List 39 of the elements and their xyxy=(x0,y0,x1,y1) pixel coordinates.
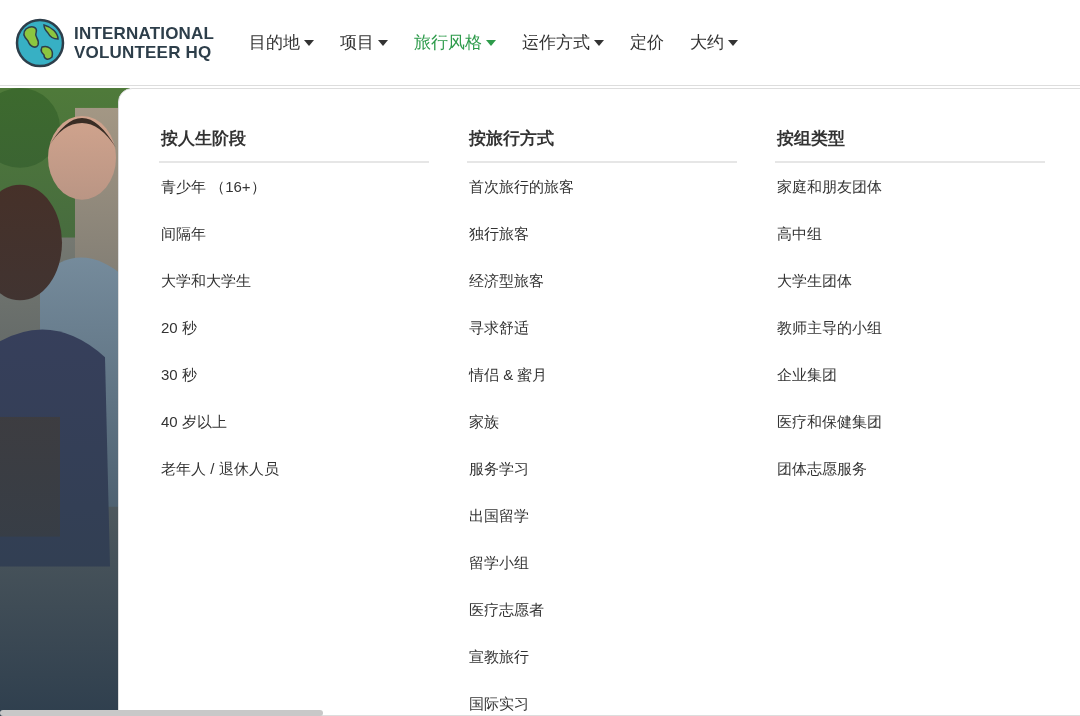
nav-link[interactable]: 定价 xyxy=(617,31,678,54)
menu-link[interactable]: 服务学习 xyxy=(467,445,737,492)
nav-link[interactable]: 项目 xyxy=(327,31,402,54)
menu-link[interactable]: 出国留学 xyxy=(467,492,737,539)
nav-link[interactable]: 运作方式 xyxy=(509,31,618,54)
menu-link[interactable]: 间隔年 xyxy=(159,210,429,257)
menu-link[interactable]: 教师主导的小组 xyxy=(775,304,1045,351)
scrollbar[interactable] xyxy=(0,710,323,716)
menu-link[interactable]: 高中组 xyxy=(775,210,1045,257)
menu-link[interactable]: 20 秒 xyxy=(159,304,429,351)
menu-link[interactable]: 国际实习 xyxy=(467,680,737,716)
menu-link[interactable]: 情侣 & 蜜月 xyxy=(467,351,737,398)
logo-text: INTERNATIONAL VOLUNTEER HQ xyxy=(74,23,215,62)
nav-link[interactable]: 大约 xyxy=(677,31,752,54)
menu-link[interactable]: 青少年 （16+） xyxy=(159,163,429,210)
column-heading: 按旅行方式 xyxy=(467,119,737,163)
menu-link[interactable]: 团体志愿服务 xyxy=(775,445,1045,492)
globe-icon xyxy=(14,16,66,69)
menu-link[interactable]: 寻求舒适 xyxy=(467,304,737,351)
menu-link[interactable]: 经济型旅客 xyxy=(467,257,737,304)
nav-link[interactable]: 目的地 xyxy=(236,31,328,54)
menu-link[interactable]: 宣教旅行 xyxy=(467,633,737,680)
menu-link[interactable]: 医疗志愿者 xyxy=(467,586,737,633)
menu-link[interactable]: 留学小组 xyxy=(467,539,737,586)
menu-link[interactable]: 40 岁以上 xyxy=(159,398,429,445)
menu-link[interactable]: 30 秒 xyxy=(159,351,429,398)
column-heading: 按组类型 xyxy=(775,119,1045,163)
menu-link[interactable]: 大学生团体 xyxy=(775,257,1045,304)
menu-link[interactable]: 独行旅客 xyxy=(467,210,737,257)
menu-link[interactable]: 大学和大学生 xyxy=(159,257,429,304)
menu-link[interactable]: 首次旅行的旅客 xyxy=(467,163,737,210)
menu-link[interactable]: 家族 xyxy=(467,398,737,445)
menu-link[interactable]: 企业集团 xyxy=(775,351,1045,398)
column-heading: 按人生阶段 xyxy=(159,119,429,163)
nav-link[interactable]: 旅行风格 xyxy=(401,31,510,54)
menu-link[interactable]: 家庭和朋友团体 xyxy=(775,163,1045,210)
menu-link[interactable]: 老年人 / 退休人员 xyxy=(159,445,429,492)
logo[interactable]: INTERNATIONAL VOLUNTEER HQ xyxy=(14,16,215,69)
menu-link[interactable]: 医疗和保健集团 xyxy=(775,398,1045,445)
